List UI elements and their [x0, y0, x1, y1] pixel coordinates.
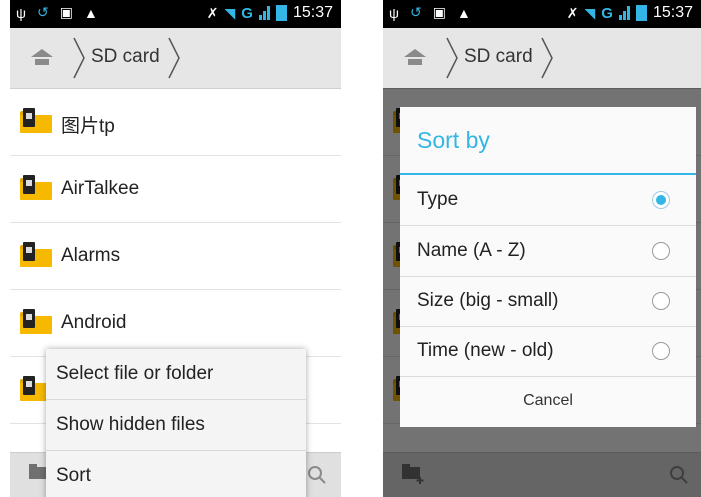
sort-option-size[interactable]: Size (big - small) [400, 276, 696, 327]
clock: 15:37 [292, 4, 333, 21]
sd-folder-icon [20, 309, 52, 334]
home-icon[interactable] [403, 48, 427, 66]
radio-selected-icon[interactable] [652, 191, 670, 209]
status-bar: ψ ↺ ▣ ▲ ✗ ◥ G 15:37 [383, 0, 701, 28]
file-name: 图片tp [61, 116, 115, 137]
signal-icon [618, 6, 630, 20]
menu-item-show-hidden[interactable]: Show hidden files [46, 400, 306, 451]
menu-item-sort[interactable]: Sort [46, 451, 306, 497]
path-separator-icon [541, 37, 553, 79]
option-label: Name (A - Z) [417, 240, 526, 261]
radio-unselected-icon[interactable] [652, 242, 670, 260]
sd-folder-icon [20, 108, 52, 133]
home-icon[interactable] [30, 48, 54, 66]
right-screen: ψ ↺ ▣ ▲ ✗ ◥ G 15:37 SD card 3 [383, 0, 701, 497]
cancel-label: Cancel [523, 392, 573, 409]
path-bar: SD card [383, 28, 701, 89]
sync-icon: ↺ [36, 4, 49, 20]
network-type: G [601, 4, 613, 22]
radio-unselected-icon[interactable] [652, 292, 670, 310]
option-label: Time (new - old) [417, 340, 554, 361]
mute-icon: ✗ [206, 4, 219, 21]
sync-icon: ↺ [409, 4, 422, 20]
search-icon[interactable] [307, 465, 327, 485]
file-name: Android [61, 312, 127, 333]
warning-icon: ▲ [456, 4, 471, 21]
sort-option-time[interactable]: Time (new - old) [400, 326, 696, 377]
menu-item-label: Select file or folder [56, 363, 214, 384]
list-item[interactable]: 图片tp [10, 89, 341, 156]
radio-unselected-icon[interactable] [652, 342, 670, 360]
breadcrumb-sd-card[interactable]: SD card [464, 46, 533, 68]
option-label: Type [417, 189, 459, 210]
sd-folder-icon [20, 175, 52, 200]
network-type: G [241, 4, 253, 22]
warning-icon: ▲ [83, 4, 98, 21]
list-item[interactable]: AirTalkee [10, 156, 341, 223]
signal-icon [258, 6, 270, 20]
menu-item-label: Sort [56, 465, 91, 486]
sort-option-name[interactable]: Name (A - Z) [400, 226, 696, 277]
menu-item-select[interactable]: Select file or folder [46, 349, 306, 400]
dialog-title: Sort by [417, 127, 490, 153]
option-label: Size (big - small) [417, 290, 559, 311]
list-item[interactable]: Alarms [10, 223, 341, 290]
cancel-button[interactable]: Cancel [400, 376, 696, 427]
left-screen: ψ ↺ ▣ ▲ ✗ ◥ G 15:37 SD card 图片tp AirTalk… [10, 0, 341, 497]
usb-icon: ψ [16, 4, 26, 21]
mute-icon: ✗ [566, 4, 579, 21]
file-name: AirTalkee [61, 178, 140, 199]
overflow-menu: Select file or folder Show hidden files … [46, 349, 306, 497]
wifi-icon: ◥ [224, 4, 236, 21]
battery-icon [275, 5, 287, 21]
wifi-icon: ◥ [584, 4, 596, 21]
path-separator-icon [73, 37, 85, 79]
image-icon: ▣ [59, 4, 73, 20]
sort-option-type[interactable]: Type [400, 175, 696, 226]
breadcrumb-sd-card[interactable]: SD card [91, 46, 160, 68]
path-separator-icon [168, 37, 180, 79]
sort-dialog: Sort by Type Name (A - Z) Size (big - sm… [400, 107, 696, 427]
battery-icon [635, 5, 647, 21]
list-item[interactable]: Android [10, 290, 341, 357]
clock: 15:37 [652, 4, 693, 21]
status-bar: ψ ↺ ▣ ▲ ✗ ◥ G 15:37 [10, 0, 341, 28]
path-separator-icon [446, 37, 458, 79]
image-icon: ▣ [432, 4, 446, 20]
menu-item-label: Show hidden files [56, 414, 205, 435]
path-bar: SD card [10, 28, 341, 89]
file-name: Alarms [61, 245, 121, 266]
sd-folder-icon [20, 242, 52, 267]
usb-icon: ψ [389, 4, 399, 21]
